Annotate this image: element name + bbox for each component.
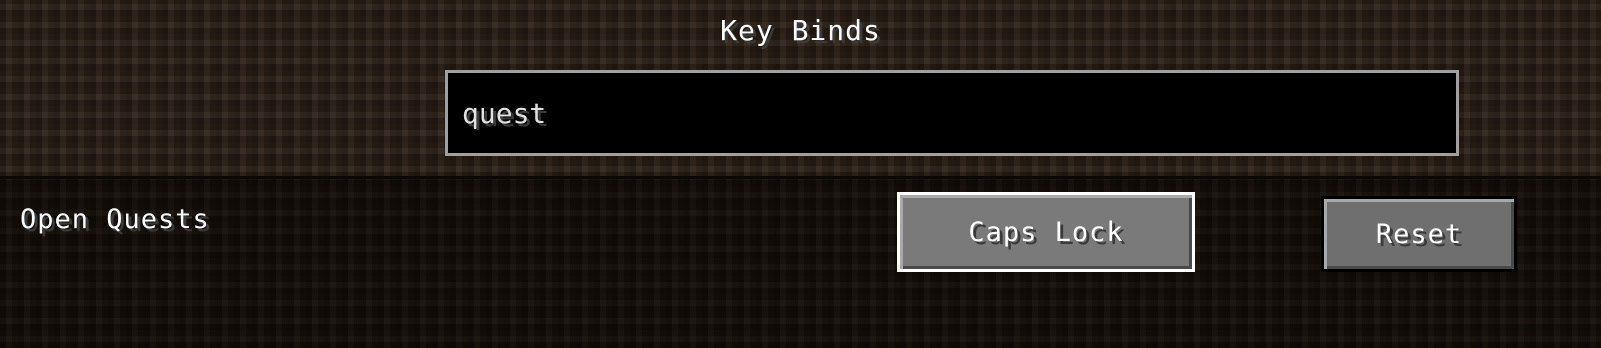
search-input[interactable]: [462, 96, 1442, 130]
header-divider: [0, 176, 1601, 179]
keybind-action-label: Open Quests: [20, 204, 210, 235]
keybind-key-button[interactable]: Caps Lock: [897, 192, 1195, 272]
page-title: Key Binds: [720, 14, 881, 47]
reset-button[interactable]: Reset: [1321, 196, 1517, 272]
search-field[interactable]: [445, 70, 1459, 156]
